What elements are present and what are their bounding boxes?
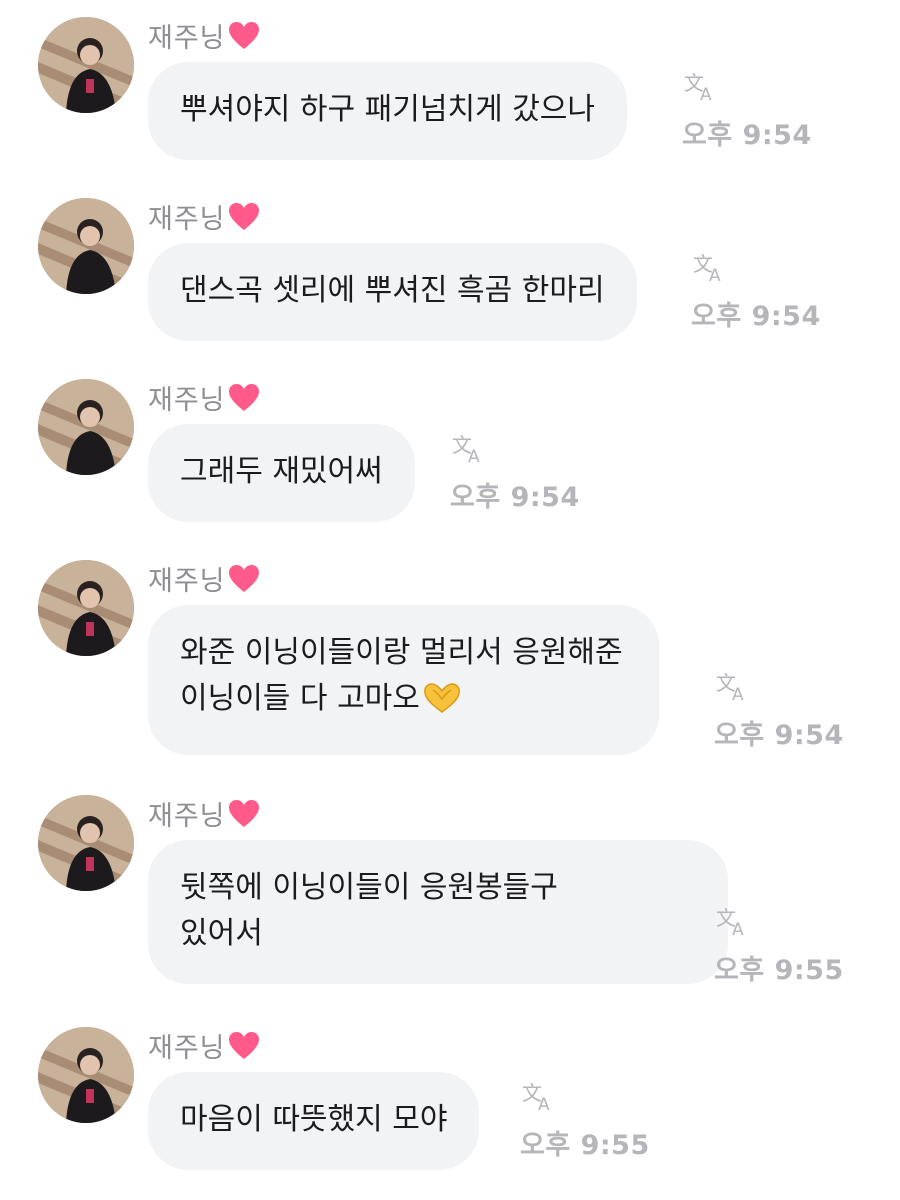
message-item: 재주닝 마음이 따뜻했지 모야 文A 오후 9:55 bbox=[0, 1010, 900, 1200]
message-item: 재주닝 뿌셔야지 하구 패기넘치게 갔으나 文A 오후 9:54 bbox=[0, 0, 900, 180]
sender-name: 재주닝 bbox=[148, 16, 260, 58]
message-bubble[interactable]: 뒷쪽에 이닝이들이 응원봉들구 있어서 bbox=[148, 840, 728, 984]
message-item: 재주닝 와준 이닝이들이랑 멀리서 응원해준 이닝이들 다 고마오 文A 오후 … bbox=[0, 543, 900, 778]
message-bubble[interactable]: 그래두 재밌어써 bbox=[148, 424, 415, 522]
sender-name: 재주닝 bbox=[148, 1026, 260, 1068]
avatar[interactable] bbox=[38, 560, 134, 656]
translate-icon[interactable]: 文A bbox=[684, 68, 718, 102]
heart-icon bbox=[228, 383, 260, 420]
svg-text:A: A bbox=[468, 447, 480, 464]
heart-icon bbox=[228, 564, 260, 601]
svg-text:A: A bbox=[709, 266, 721, 283]
svg-text:A: A bbox=[538, 1095, 550, 1112]
timestamp: 오후 9:54 bbox=[714, 720, 844, 751]
sender-name: 재주닝 bbox=[148, 559, 260, 601]
svg-text:A: A bbox=[700, 85, 712, 102]
sender-name: 재주닝 bbox=[148, 794, 260, 836]
sender-name: 재주닝 bbox=[148, 378, 260, 420]
avatar[interactable] bbox=[38, 795, 134, 891]
translate-icon[interactable]: 文A bbox=[522, 1078, 556, 1112]
timestamp: 오후 9:54 bbox=[691, 301, 821, 332]
message-item: 재주닝 뒷쪽에 이닝이들이 응원봉들구 있어서 文A 오후 9:55 bbox=[0, 778, 900, 1013]
message-bubble[interactable]: 뿌셔야지 하구 패기넘치게 갔으나 bbox=[148, 62, 628, 160]
timestamp: 오후 9:54 bbox=[450, 482, 580, 513]
translate-icon[interactable]: 文A bbox=[452, 430, 486, 464]
avatar[interactable] bbox=[38, 1027, 134, 1123]
message-bubble[interactable]: 댄스곡 셋리에 뿌셔진 흑곰 한마리 bbox=[148, 243, 637, 341]
timestamp: 오후 9:55 bbox=[520, 1130, 650, 1161]
translate-icon[interactable]: 文A bbox=[716, 903, 750, 937]
sender-name: 재주닝 bbox=[148, 197, 260, 239]
message-bubble[interactable]: 와준 이닝이들이랑 멀리서 응원해준 이닝이들 다 고마오 bbox=[148, 605, 659, 755]
avatar[interactable] bbox=[38, 198, 134, 294]
message-bubble[interactable]: 마음이 따뜻했지 모야 bbox=[148, 1072, 480, 1170]
message-item: 재주닝 댄스곡 셋리에 뿌셔진 흑곰 한마리 文A 오후 9:54 bbox=[0, 181, 900, 361]
message-item: 재주닝 그래두 재밌어써 文A 오후 9:54 bbox=[0, 362, 900, 542]
heart-hands-icon bbox=[422, 682, 462, 728]
translate-icon[interactable]: 文A bbox=[693, 249, 727, 283]
translate-icon[interactable]: 文A bbox=[716, 668, 750, 702]
heart-icon bbox=[228, 799, 260, 836]
avatar[interactable] bbox=[38, 379, 134, 475]
heart-icon bbox=[228, 21, 260, 58]
avatar[interactable] bbox=[38, 17, 134, 113]
svg-text:A: A bbox=[732, 920, 744, 937]
heart-icon bbox=[228, 1031, 260, 1068]
timestamp: 오후 9:54 bbox=[682, 120, 812, 151]
svg-text:A: A bbox=[732, 685, 744, 702]
timestamp: 오후 9:55 bbox=[714, 955, 844, 986]
heart-icon bbox=[228, 202, 260, 239]
